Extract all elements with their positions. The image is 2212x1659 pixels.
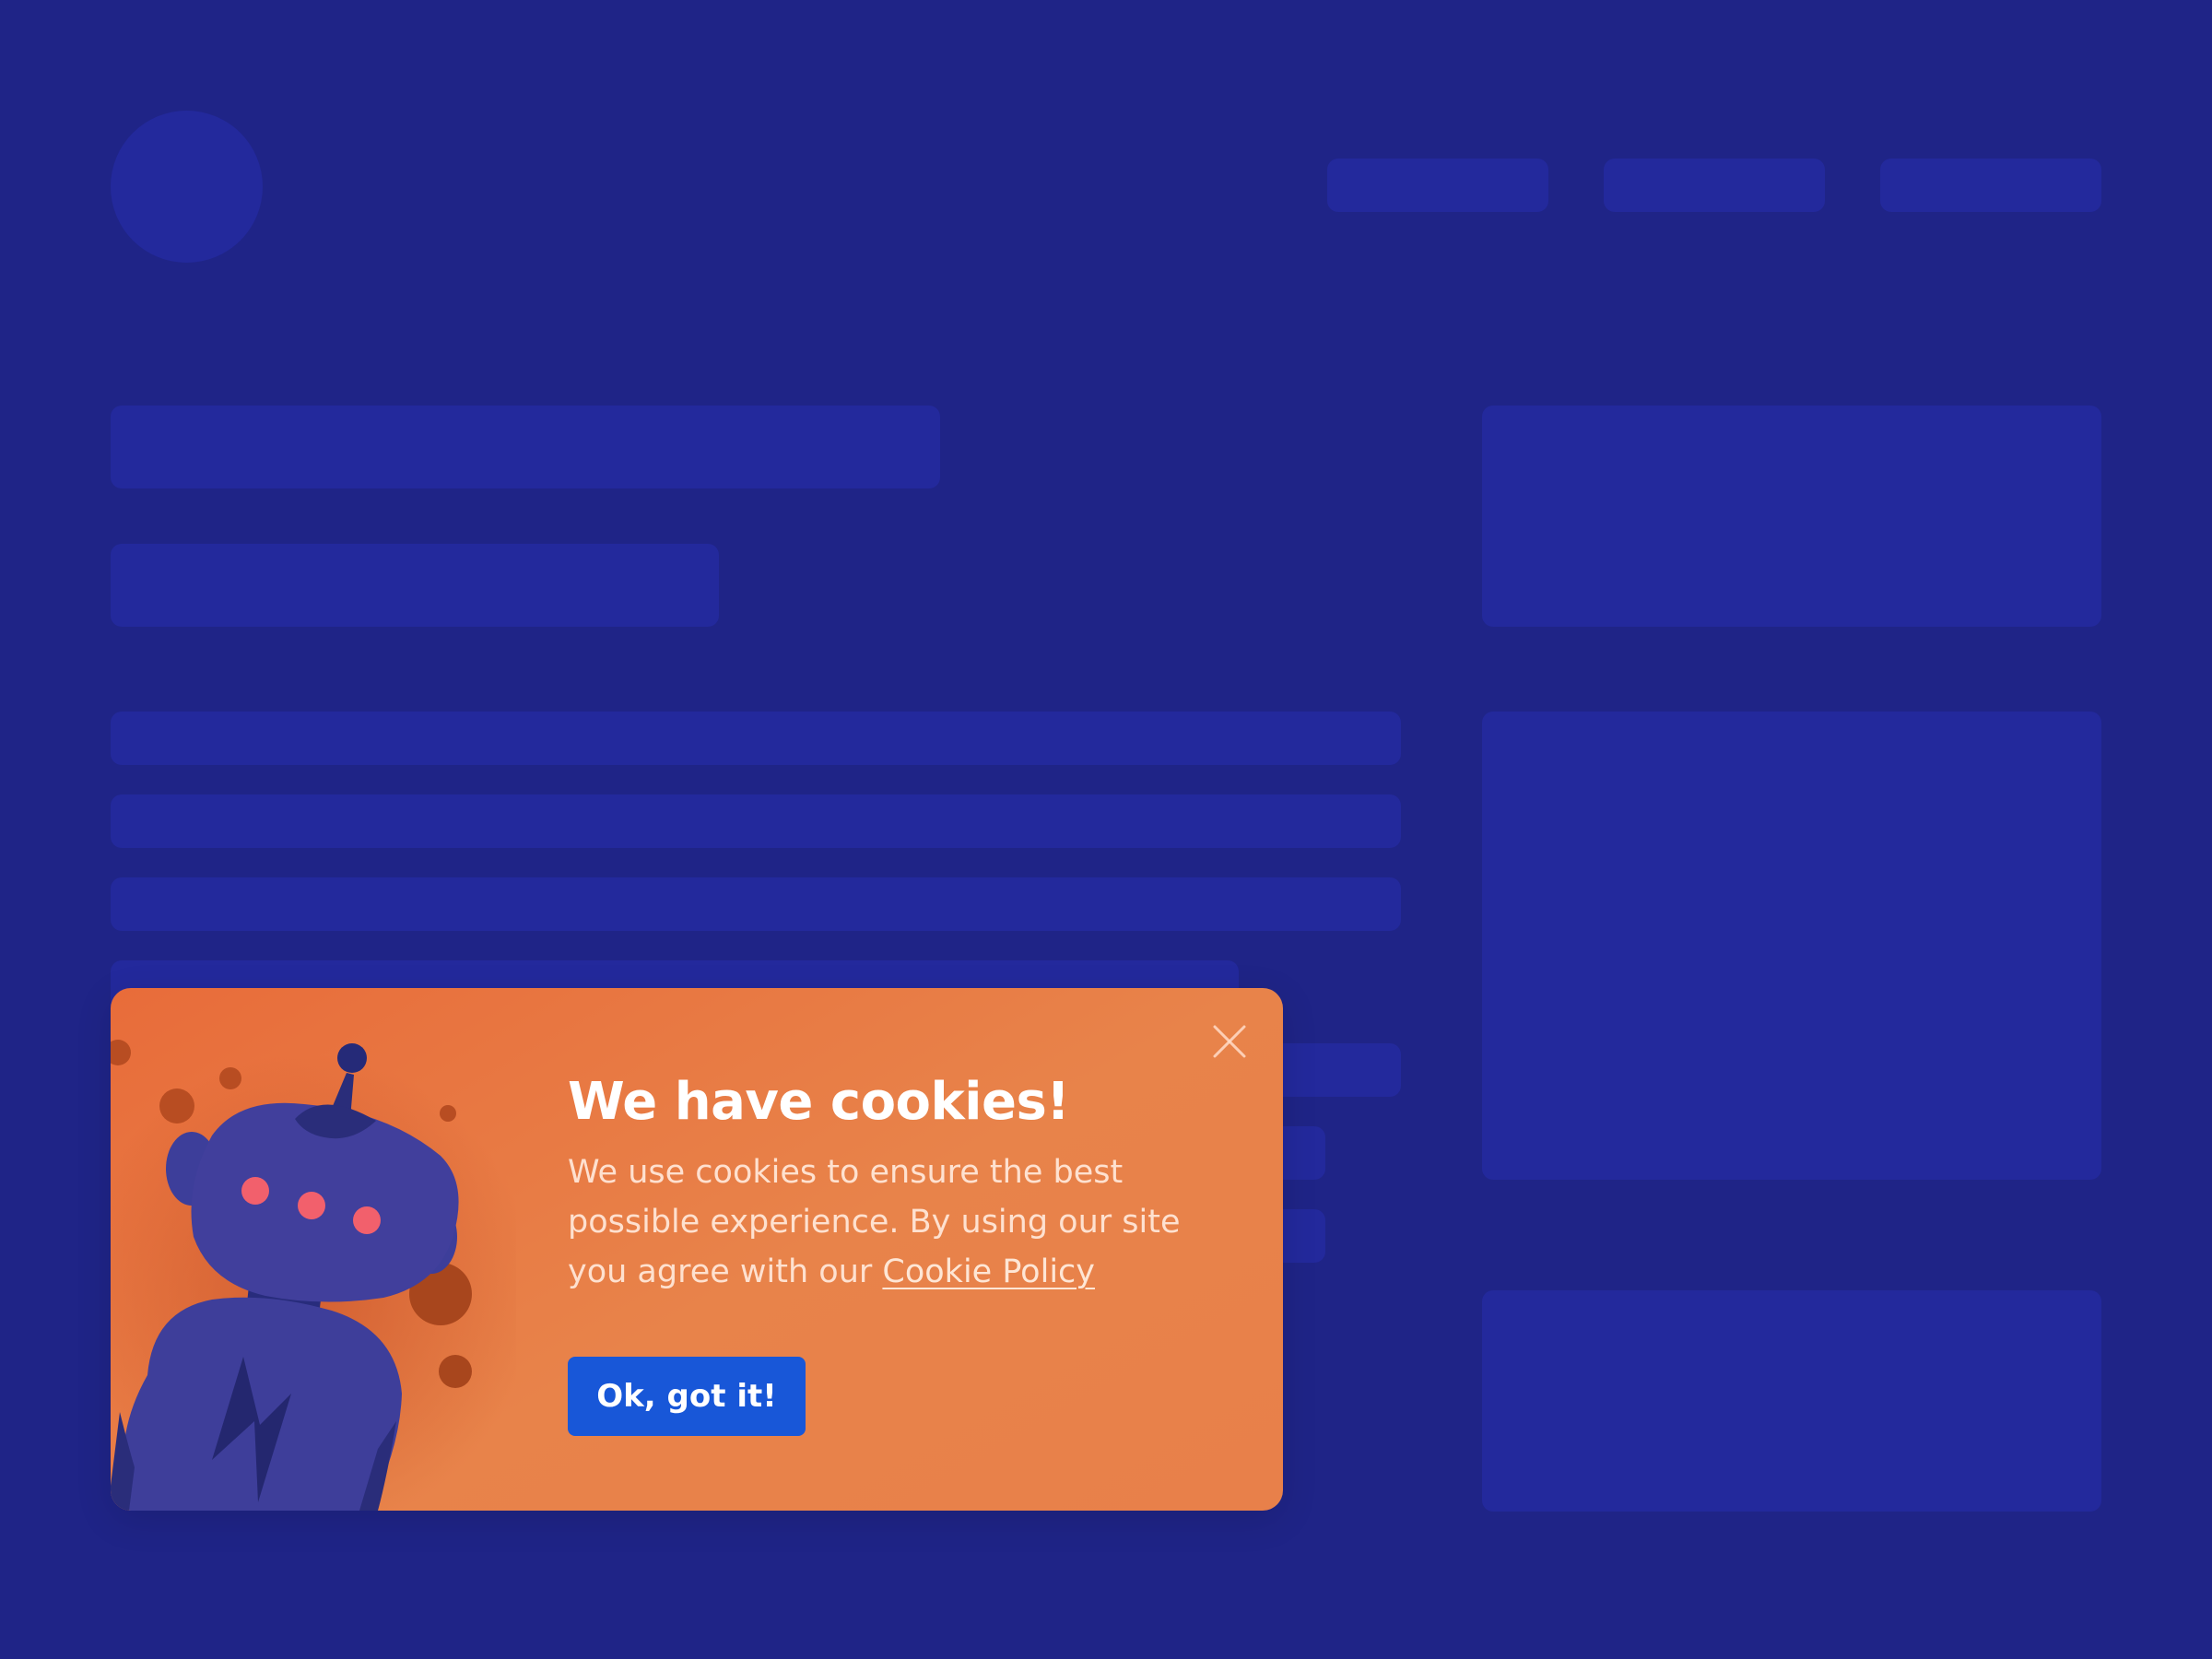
dot-decoration: [439, 1355, 472, 1388]
antenna-tip: [337, 1043, 367, 1073]
nav-placeholder-3: [1880, 159, 2101, 212]
robot-illustration: [111, 1040, 516, 1511]
cookie-title: We have cookies!: [568, 1072, 1070, 1132]
subheading-placeholder: [111, 544, 719, 627]
robot-eye: [298, 1192, 325, 1219]
nav-placeholder-2: [1604, 159, 1825, 212]
sidebar-card-placeholder: [1482, 406, 2101, 627]
text-line-placeholder: [111, 794, 1401, 848]
text-line-placeholder: [111, 712, 1401, 765]
logo-placeholder: [111, 111, 263, 263]
close-icon[interactable]: [1209, 1021, 1250, 1062]
dot-decoration: [111, 1040, 131, 1065]
sidebar-card-placeholder: [1482, 712, 2101, 1180]
cookie-policy-link[interactable]: Cookie Policy: [882, 1253, 1095, 1290]
dot-decoration: [219, 1067, 241, 1089]
text-line-placeholder: [111, 877, 1401, 931]
cookie-banner: We have cookies! We use cookies to ensur…: [111, 988, 1283, 1511]
dot-decoration: [159, 1088, 194, 1124]
robot-eye: [353, 1206, 381, 1234]
sidebar-card-placeholder: [1482, 1290, 2101, 1512]
cookie-content: We have cookies! We use cookies to ensur…: [568, 1071, 1213, 1297]
heading-placeholder: [111, 406, 940, 488]
dot-decoration: [440, 1105, 456, 1122]
robot-eye: [241, 1177, 269, 1205]
cookie-message: We use cookies to ensure the best possib…: [568, 1147, 1213, 1297]
nav-placeholder-1: [1327, 159, 1548, 212]
accept-cookies-button[interactable]: Ok, got it!: [568, 1357, 806, 1436]
page-background: We have cookies! We use cookies to ensur…: [0, 0, 2212, 1659]
